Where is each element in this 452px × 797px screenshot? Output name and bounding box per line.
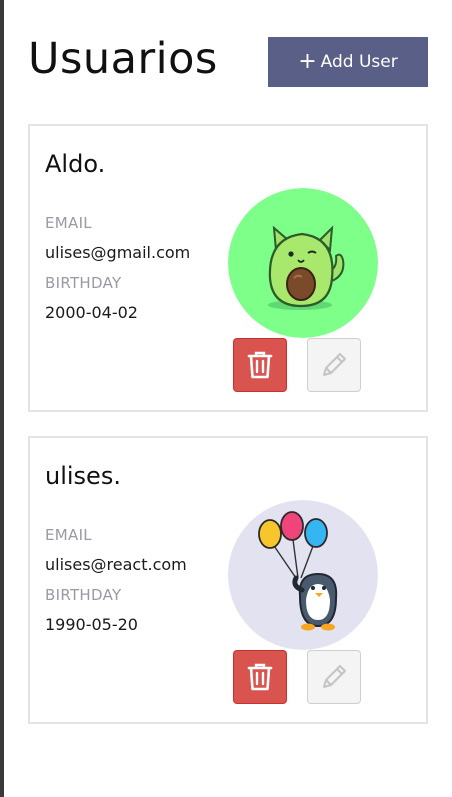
- page-title: Usuarios: [28, 34, 218, 84]
- avocado-cat-avatar: [228, 188, 378, 338]
- trash-icon: [247, 351, 273, 379]
- user-info: EMAIL ulises@gmail.com BIRTHDAY 2000-04-…: [45, 208, 225, 328]
- user-name: Aldo.: [45, 150, 106, 178]
- pencil-icon: [323, 665, 346, 688]
- email-label: EMAIL: [45, 526, 92, 544]
- pencil-icon: [323, 353, 346, 376]
- user-name: ulises.: [45, 462, 121, 490]
- trash-icon: [247, 663, 273, 691]
- add-user-label: Add User: [320, 52, 398, 72]
- user-card: ulises. EMAIL ulises@react.com BIRTHDAY …: [28, 436, 428, 724]
- delete-button[interactable]: [233, 338, 287, 392]
- email-label: EMAIL: [45, 214, 92, 232]
- page-header: Usuarios + Add User: [28, 30, 428, 90]
- birthday-label: BIRTHDAY: [45, 586, 122, 604]
- email-value: ulises@react.com: [45, 555, 187, 574]
- window-edge: [0, 0, 4, 797]
- edit-button[interactable]: [307, 338, 361, 392]
- birthday-value: 2000-04-02: [45, 303, 138, 322]
- edit-button[interactable]: [307, 650, 361, 704]
- penguin-balloons-avatar: [228, 500, 378, 650]
- add-user-button[interactable]: + Add User: [268, 37, 428, 87]
- plus-icon: +: [298, 49, 317, 74]
- user-info: EMAIL ulises@react.com BIRTHDAY 1990-05-…: [45, 520, 225, 640]
- birthday-value: 1990-05-20: [45, 615, 138, 634]
- birthday-label: BIRTHDAY: [45, 274, 122, 292]
- delete-button[interactable]: [233, 650, 287, 704]
- user-card: Aldo. EMAIL ulises@gmail.com BIRTHDAY 20…: [28, 124, 428, 412]
- email-value: ulises@gmail.com: [45, 243, 191, 262]
